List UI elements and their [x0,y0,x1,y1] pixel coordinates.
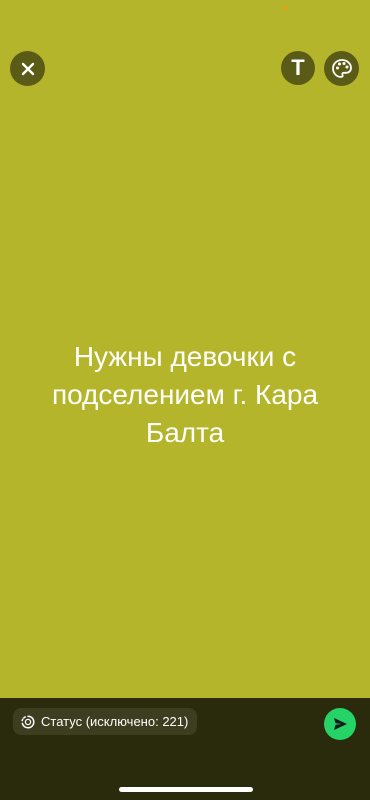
color-palette-button[interactable] [324,51,359,86]
send-button[interactable] [324,708,356,740]
send-icon [334,718,347,730]
bottom-bar: Статус (исключено: 221) [0,698,370,800]
status-privacy-label: Статус (исключено: 221) [41,714,189,729]
status-ring-icon [21,714,35,729]
palette-icon [331,58,352,78]
privacy-indicator-dot [283,6,287,10]
status-text[interactable]: Нужны девочки с подселением г. Кара Балт… [20,338,350,452]
status-privacy-chip[interactable]: Статус (исключено: 221) [13,708,198,735]
text-tool-label: T [291,55,305,80]
close-button[interactable] [10,51,45,86]
home-indicator [119,787,253,792]
status-composer-screen: T Нужны девочки с подселением г. Кара Ба… [0,0,370,800]
close-icon [21,62,34,75]
text-tool-button[interactable]: T [281,51,315,85]
